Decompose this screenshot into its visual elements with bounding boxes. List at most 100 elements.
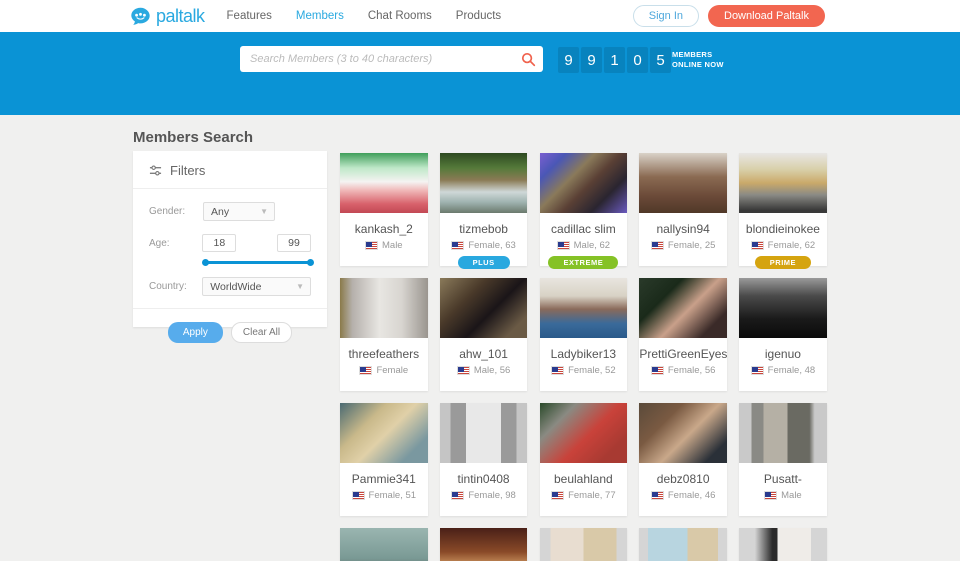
member-photo[interactable]	[540, 528, 628, 561]
member-card[interactable]	[340, 528, 428, 561]
country-select[interactable]: WorldWide ▼	[202, 277, 311, 296]
member-photo[interactable]	[639, 528, 727, 561]
gender-select[interactable]: Any ▼	[203, 202, 275, 221]
member-name[interactable]: Pusatt-	[739, 472, 827, 486]
member-card[interactable]	[639, 528, 727, 561]
member-card[interactable]: debz0810 Female, 46	[639, 403, 727, 516]
nav-item-products[interactable]: Products	[456, 10, 501, 22]
member-gender-age: Female	[376, 365, 408, 376]
member-card[interactable]: threefeathers Female	[340, 278, 428, 391]
download-paltalk-button[interactable]: Download Paltalk	[708, 5, 825, 27]
apply-button[interactable]: Apply	[168, 322, 223, 343]
member-photo[interactable]	[340, 153, 428, 213]
member-photo[interactable]	[440, 278, 528, 338]
member-photo[interactable]	[639, 153, 727, 213]
sign-in-button[interactable]: Sign In	[633, 5, 699, 27]
member-name[interactable]: tintin0408	[440, 472, 528, 486]
member-card[interactable]: PrettiGreenEyes Female, 56	[639, 278, 727, 391]
member-card[interactable]: tintin0408 Female, 98	[440, 403, 528, 516]
member-name[interactable]: cadillac slim	[540, 222, 628, 236]
member-card[interactable]	[739, 528, 827, 561]
counter-digit: 9	[558, 47, 579, 73]
us-flag-icon	[651, 366, 664, 375]
age-max-input[interactable]	[277, 234, 311, 252]
member-name[interactable]: kankash_2	[340, 222, 428, 236]
member-card[interactable]: Pammie341 Female, 51	[340, 403, 428, 516]
member-meta: Female, 56	[639, 365, 727, 376]
member-meta: Female, 63	[440, 240, 528, 251]
member-name[interactable]: Pammie341	[340, 472, 428, 486]
member-photo[interactable]	[340, 278, 428, 338]
us-flag-icon	[365, 241, 378, 250]
member-name[interactable]: igenuo	[739, 347, 827, 361]
member-name[interactable]: PrettiGreenEyes	[639, 347, 727, 361]
member-photo[interactable]	[540, 153, 628, 213]
member-photo[interactable]	[639, 403, 727, 463]
age-label: Age:	[149, 238, 202, 249]
member-name[interactable]: blondieinokee	[739, 222, 827, 236]
member-card[interactable]: ahw_101 Male, 56	[440, 278, 528, 391]
nav-item-features[interactable]: Features	[227, 10, 272, 22]
search-input[interactable]	[240, 53, 513, 65]
member-card[interactable]	[540, 528, 628, 561]
member-photo[interactable]	[739, 403, 827, 463]
gender-label: Gender:	[149, 206, 203, 217]
member-card[interactable]: beulahland Female, 77	[540, 403, 628, 516]
nav-item-chat-rooms[interactable]: Chat Rooms	[368, 10, 432, 22]
member-search-box	[240, 46, 543, 72]
counter-digit: 1	[604, 47, 625, 73]
member-gender-age: Female, 62	[768, 240, 816, 251]
member-gender-age: Female, 56	[668, 365, 716, 376]
search-banner: 99105 MEMBERS ONLINE NOW	[0, 32, 960, 115]
member-card[interactable]: tizmebob Female, 63 PLUS	[440, 153, 528, 266]
nav-item-members[interactable]: Members	[296, 10, 344, 22]
member-photo[interactable]	[340, 528, 428, 561]
member-card[interactable]: kankash_2 Male	[340, 153, 428, 266]
age-slider-row	[133, 261, 327, 264]
search-icon	[521, 52, 536, 67]
member-name[interactable]: threefeathers	[340, 347, 428, 361]
age-slider-min-handle[interactable]	[202, 259, 209, 266]
member-name[interactable]: beulahland	[540, 472, 628, 486]
member-name[interactable]: ahw_101	[440, 347, 528, 361]
member-photo[interactable]	[540, 278, 628, 338]
age-min-input[interactable]	[202, 234, 236, 252]
member-card[interactable]: blondieinokee Female, 62 PRIME	[739, 153, 827, 266]
member-name[interactable]: Ladybiker13	[540, 347, 628, 361]
member-photo[interactable]	[739, 153, 827, 213]
age-range-slider[interactable]	[203, 261, 313, 264]
filters-divider	[133, 308, 327, 309]
member-name[interactable]: nallysin94	[639, 222, 727, 236]
member-card[interactable]: nallysin94 Female, 25	[639, 153, 727, 266]
search-button[interactable]	[513, 46, 543, 72]
member-name[interactable]: debz0810	[639, 472, 727, 486]
member-photo[interactable]	[440, 153, 528, 213]
member-photo[interactable]	[540, 403, 628, 463]
member-card[interactable]: Ladybiker13 Female, 52	[540, 278, 628, 391]
country-filter-row: Country: WorldWide ▼	[133, 277, 327, 296]
member-gender-age: Female, 46	[668, 490, 716, 501]
filters-title: Filters	[170, 163, 205, 178]
member-name[interactable]: tizmebob	[440, 222, 528, 236]
us-flag-icon	[764, 491, 777, 500]
clear-all-button[interactable]: Clear All	[231, 322, 292, 343]
member-meta: Female, 62	[739, 240, 827, 251]
member-card[interactable]	[440, 528, 528, 561]
country-selected-value: WorldWide	[210, 281, 261, 293]
member-photo[interactable]	[739, 528, 827, 561]
member-card[interactable]: cadillac slim Male, 62 EXTREME	[540, 153, 628, 266]
age-slider-max-handle[interactable]	[307, 259, 314, 266]
member-photo[interactable]	[440, 528, 528, 561]
member-gender-age: Male	[781, 490, 802, 501]
counter-digit: 5	[650, 47, 671, 73]
paltalk-logo[interactable]: paltalk	[130, 6, 205, 27]
member-photo[interactable]	[739, 278, 827, 338]
member-meta: Male	[739, 490, 827, 501]
member-photo[interactable]	[440, 403, 528, 463]
member-meta: Female, 48	[739, 365, 827, 376]
member-card[interactable]: Pusatt- Male	[739, 403, 827, 516]
member-photo[interactable]	[340, 403, 428, 463]
member-card[interactable]: igenuo Female, 48	[739, 278, 827, 391]
us-flag-icon	[551, 491, 564, 500]
member-photo[interactable]	[639, 278, 727, 338]
